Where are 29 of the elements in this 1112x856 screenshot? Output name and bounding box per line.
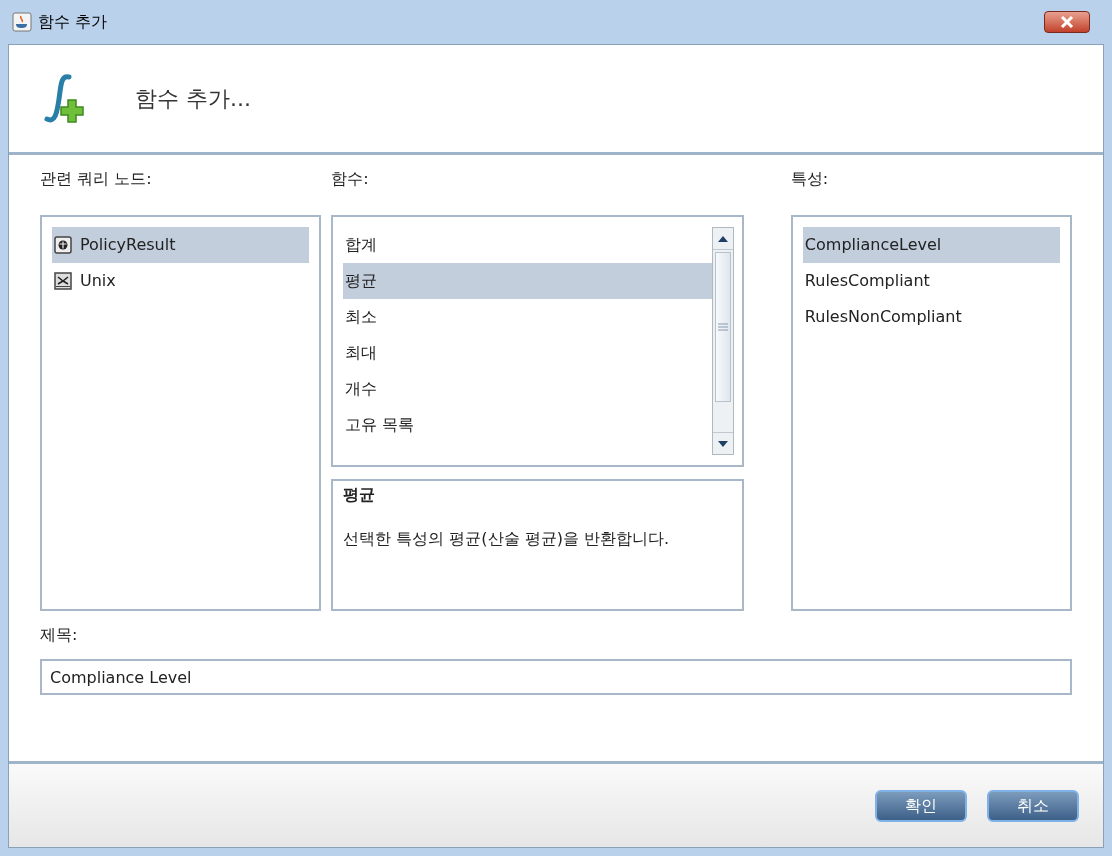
function-item[interactable]: 최대 (343, 335, 712, 371)
functions-label: 함수: (331, 168, 370, 190)
node-item[interactable]: Unix (52, 263, 310, 299)
function-item[interactable]: 개수 (343, 371, 712, 407)
attribute-item[interactable]: RulesCompliant (802, 263, 1060, 299)
title-label: 제목: (40, 624, 79, 646)
close-button[interactable] (1044, 11, 1090, 33)
function-item[interactable]: 최소 (343, 299, 712, 335)
cube-icon (54, 236, 72, 254)
attribute-item[interactable]: ComplianceLevel (802, 227, 1060, 263)
app-icon (12, 12, 32, 32)
description-text: 선택한 특성의 평균(산술 평균)을 반환합니다. (343, 528, 671, 550)
dialog-button[interactable]: 취소 (987, 789, 1079, 822)
title-field[interactable]: Compliance Level (40, 659, 1072, 695)
nodes-label: 관련 쿼리 노드: (40, 168, 153, 190)
function-item[interactable]: 합계 (343, 227, 712, 263)
terminal-icon (54, 272, 72, 290)
attributes-label: 특성: (790, 168, 830, 190)
function-item[interactable]: 평균 (343, 263, 712, 299)
function-item[interactable]: 고유 목록 (343, 407, 712, 443)
header-title: 함수 추가... (135, 85, 251, 113)
node-item[interactable]: PolicyResult (52, 227, 310, 263)
close-icon (1060, 16, 1074, 28)
attribute-item[interactable]: RulesNonCompliant (802, 299, 1060, 335)
window-title: 함수 추가 (38, 11, 108, 33)
dialog-button[interactable]: 확인 (875, 789, 967, 822)
scrollbar[interactable] (711, 227, 734, 455)
grip-icon (717, 323, 728, 331)
description-title: 평균 (343, 484, 377, 506)
